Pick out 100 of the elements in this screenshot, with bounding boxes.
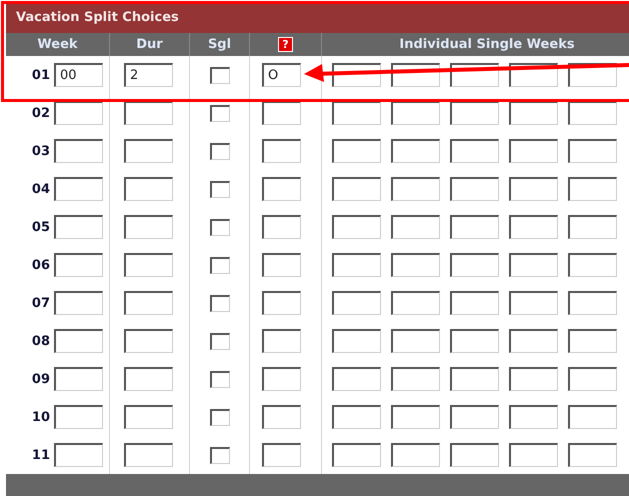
input-field[interactable] (332, 177, 381, 202)
input-field[interactable] (54, 101, 103, 126)
input-field[interactable] (509, 215, 558, 240)
row-label: 01 (32, 66, 50, 85)
input-field[interactable] (509, 329, 558, 354)
input-field[interactable] (332, 405, 381, 430)
input-field[interactable] (450, 253, 499, 278)
input-field[interactable] (568, 329, 617, 354)
input-field[interactable] (568, 253, 617, 278)
input-field[interactable]: 00 (54, 63, 103, 88)
input-field[interactable] (54, 253, 103, 278)
input-field[interactable] (262, 177, 301, 202)
input-field[interactable] (568, 291, 617, 316)
input-field[interactable] (332, 291, 381, 316)
input-field[interactable] (124, 443, 173, 468)
input-field[interactable] (568, 139, 617, 164)
input-field[interactable] (391, 405, 440, 430)
input-field[interactable] (568, 177, 617, 202)
input-field[interactable] (262, 101, 301, 126)
input-field[interactable] (509, 177, 558, 202)
input-field[interactable] (391, 291, 440, 316)
input-field[interactable] (332, 367, 381, 392)
row-label: 11 (32, 446, 50, 465)
row-label: 07 (32, 294, 50, 313)
row-label: 05 (32, 218, 50, 237)
input-field[interactable] (391, 215, 440, 240)
input-field[interactable] (568, 101, 617, 126)
input-field[interactable] (54, 215, 103, 240)
input-field[interactable] (450, 405, 499, 430)
input-field[interactable] (509, 367, 558, 392)
input-field[interactable]: 2 (124, 63, 173, 88)
input-field[interactable] (332, 253, 381, 278)
input-field[interactable]: O (262, 63, 301, 88)
checkbox[interactable] (210, 104, 230, 122)
input-field[interactable] (124, 101, 173, 126)
input-field[interactable] (54, 177, 103, 202)
input-field[interactable] (450, 101, 499, 126)
input-field[interactable] (391, 139, 440, 164)
checkbox[interactable] (210, 218, 230, 236)
input-field[interactable] (262, 329, 301, 354)
row-label: 09 (32, 370, 50, 389)
input-field[interactable] (568, 367, 617, 392)
checkbox[interactable] (210, 142, 230, 160)
input-field[interactable] (262, 253, 301, 278)
input-field[interactable] (568, 405, 617, 430)
checkbox[interactable] (210, 446, 230, 464)
input-field[interactable] (391, 443, 440, 468)
input-field[interactable] (124, 405, 173, 430)
input-field[interactable] (568, 215, 617, 240)
checkbox[interactable] (210, 332, 230, 350)
help-icon[interactable]: ? (278, 36, 293, 52)
input-field[interactable] (509, 443, 558, 468)
input-field[interactable] (54, 443, 103, 468)
input-field[interactable] (391, 367, 440, 392)
input-field[interactable] (568, 443, 617, 468)
input-field[interactable] (509, 291, 558, 316)
input-field[interactable] (509, 253, 558, 278)
input-field[interactable] (124, 215, 173, 240)
input-field[interactable] (332, 443, 381, 468)
input-field[interactable] (124, 291, 173, 316)
input-field[interactable] (54, 405, 103, 430)
input-field[interactable] (262, 367, 301, 392)
input-field[interactable] (54, 329, 103, 354)
input-field[interactable] (124, 329, 173, 354)
input-field[interactable] (391, 253, 440, 278)
input-field[interactable] (450, 443, 499, 468)
input-field[interactable] (332, 101, 381, 126)
input-field[interactable] (262, 291, 301, 316)
input-field[interactable] (509, 405, 558, 430)
checkbox[interactable] (210, 294, 230, 312)
input-field[interactable] (262, 139, 301, 164)
input-field[interactable] (332, 329, 381, 354)
checkbox[interactable] (210, 256, 230, 274)
input-field[interactable] (54, 139, 103, 164)
input-field[interactable] (450, 291, 499, 316)
input-field[interactable] (54, 367, 103, 392)
input-field[interactable] (509, 101, 558, 126)
input-field[interactable] (450, 367, 499, 392)
input-field[interactable] (332, 139, 381, 164)
input-field[interactable] (450, 215, 499, 240)
input-field[interactable] (262, 405, 301, 430)
input-field[interactable] (450, 139, 499, 164)
input-field[interactable] (124, 253, 173, 278)
input-field[interactable] (509, 139, 558, 164)
input-field[interactable] (124, 139, 173, 164)
input-field[interactable] (262, 443, 301, 468)
input-field[interactable] (262, 215, 301, 240)
checkbox[interactable] (210, 408, 230, 426)
input-field[interactable] (391, 101, 440, 126)
checkbox[interactable] (210, 370, 230, 388)
input-field[interactable] (54, 291, 103, 316)
input-field[interactable] (391, 329, 440, 354)
input-field[interactable] (332, 215, 381, 240)
input-field[interactable] (450, 329, 499, 354)
input-field[interactable] (124, 367, 173, 392)
input-field[interactable] (450, 177, 499, 202)
input-field[interactable] (124, 177, 173, 202)
input-field[interactable] (391, 177, 440, 202)
checkbox[interactable] (210, 180, 230, 198)
checkbox[interactable] (210, 66, 230, 84)
